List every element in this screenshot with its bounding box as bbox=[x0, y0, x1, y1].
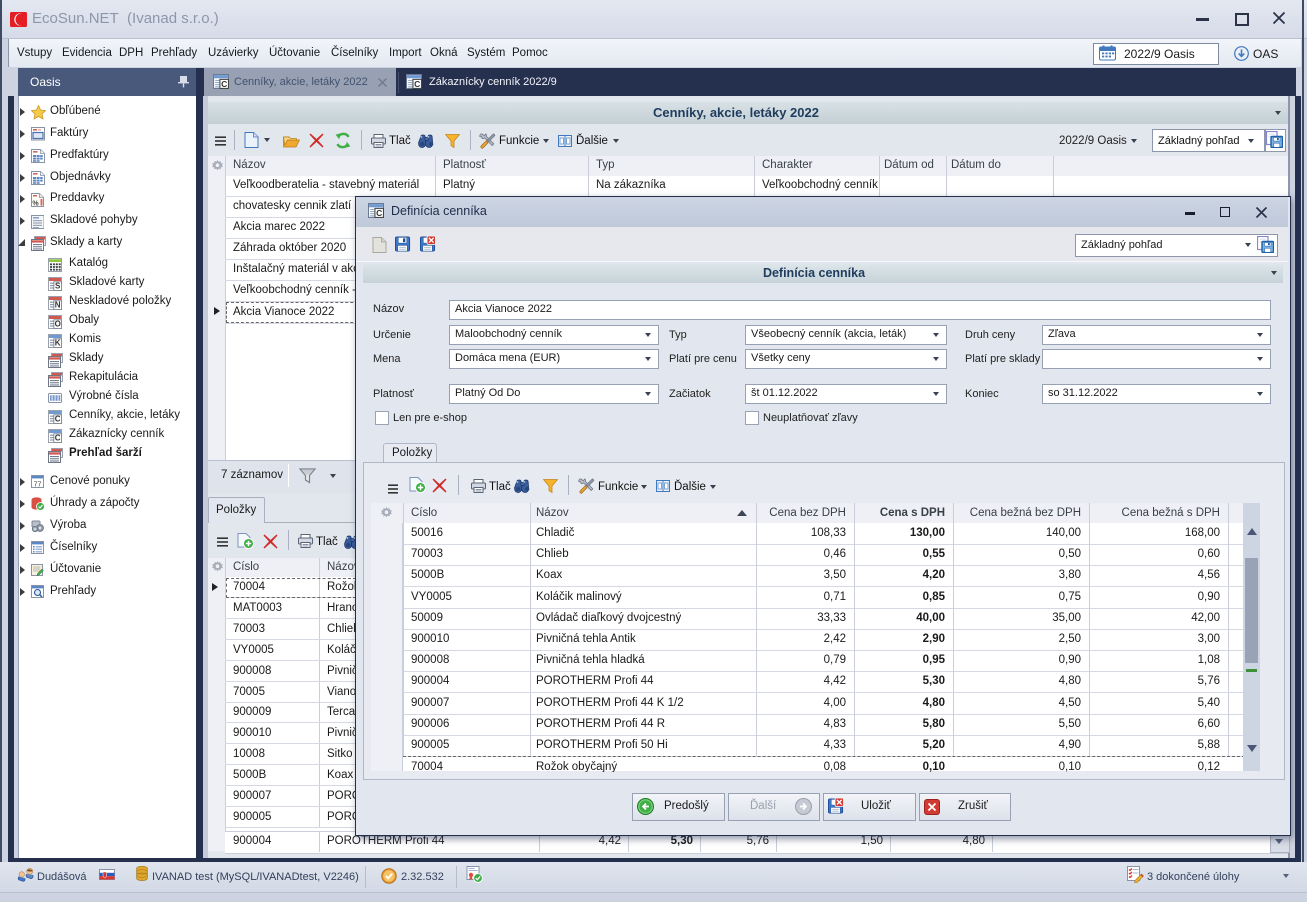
svg-text:N: N bbox=[55, 300, 61, 309]
svg-text:%: % bbox=[32, 200, 39, 207]
svg-text:C: C bbox=[55, 414, 61, 423]
svg-text:C: C bbox=[221, 79, 227, 89]
svg-text:K: K bbox=[55, 338, 61, 347]
svg-text:C: C bbox=[414, 79, 420, 89]
svg-text:O: O bbox=[55, 319, 61, 328]
svg-text:C: C bbox=[376, 208, 382, 218]
svg-text:77: 77 bbox=[34, 482, 42, 489]
svg-text:C: C bbox=[55, 433, 61, 442]
svg-text:S: S bbox=[55, 281, 61, 290]
